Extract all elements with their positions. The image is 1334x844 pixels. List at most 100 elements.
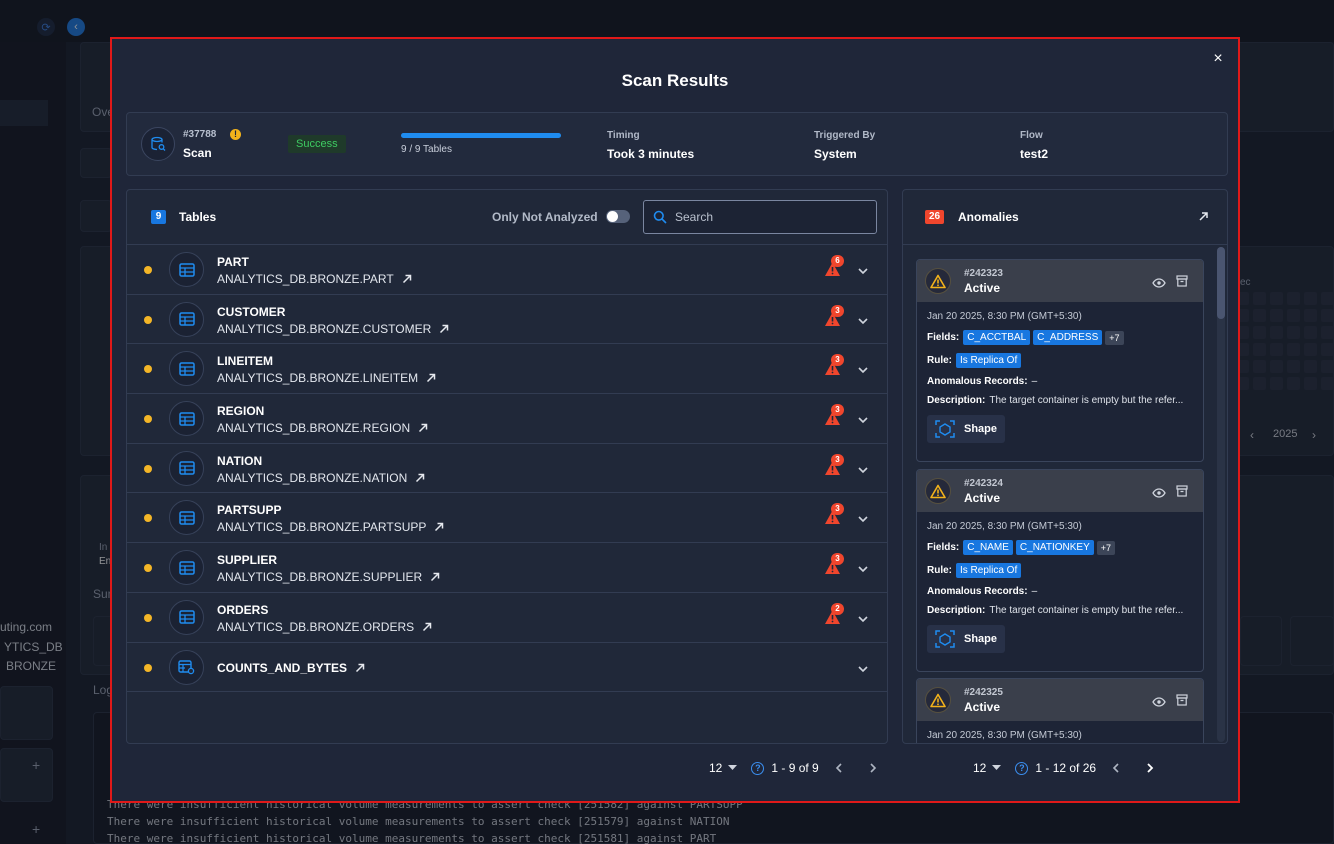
chevron-down-icon[interactable]: [857, 562, 869, 574]
open-external-icon[interactable]: [1198, 211, 1209, 222]
pending-status-dot: [144, 415, 152, 424]
anomaly-card[interactable]: #242325 Active Jan 20 2025, 8:30 PM (GMT+5…: [916, 678, 1204, 743]
archive-icon[interactable]: [1176, 693, 1188, 711]
open-external-icon[interactable]: [418, 422, 428, 436]
chevron-down-icon[interactable]: [857, 314, 869, 326]
anomaly-card[interactable]: #242324 Active Jan 20 2025, 8:30 PM (GMT+5…: [916, 469, 1204, 672]
field-chip[interactable]: C_NATIONKEY: [1015, 540, 1094, 555]
page-size-select[interactable]: 12: [709, 761, 722, 775]
chevron-down-icon[interactable]: [857, 463, 869, 475]
progress-fill: [401, 133, 561, 138]
table-name: SUPPLIER: [217, 553, 278, 568]
table-row[interactable]: SUPPLIER ANALYTICS_DB.BRONZE.SUPPLIER 3: [127, 543, 887, 593]
anomalies-scrollbar[interactable]: [1217, 247, 1225, 742]
anomaly-count-badge: 2: [831, 602, 844, 615]
next-page-icon[interactable]: [867, 762, 879, 774]
chevron-down-icon[interactable]: [857, 512, 869, 524]
table-row[interactable]: REGION ANALYTICS_DB.BRONZE.REGION 3: [127, 394, 887, 444]
anomaly-card-header: #242325 Active: [917, 679, 1203, 721]
chevron-down-icon[interactable]: [857, 662, 869, 674]
previous-page-icon[interactable]: [833, 762, 845, 774]
anomaly-card[interactable]: #242323 Active Jan 20 2025, 8:30 PM (GMT+5…: [916, 259, 1204, 462]
pending-status-dot: [144, 613, 152, 622]
scan-results-modal: Scan Results × #37788 ! Scan Success 9 /…: [110, 37, 1240, 803]
caret-down-icon[interactable]: [728, 765, 738, 771]
field-chip[interactable]: C_ADDRESS: [1033, 330, 1103, 345]
chevron-down-icon[interactable]: [857, 413, 869, 425]
anomaly-count-badge: 3: [831, 404, 844, 417]
table-path-text: ANALYTICS_DB.BRONZE.PARTSUPP: [217, 520, 427, 535]
eye-icon[interactable]: [1152, 275, 1166, 293]
field-chip[interactable]: C_ACCTBAL: [963, 330, 1031, 345]
eye-icon[interactable]: [1152, 485, 1166, 503]
shape-button[interactable]: Shape: [927, 625, 1006, 653]
chevron-down-icon[interactable]: [857, 612, 869, 624]
tables-search[interactable]: [643, 200, 877, 234]
open-external-icon[interactable]: [355, 662, 365, 676]
only-not-analyzed-toggle[interactable]: [606, 210, 630, 223]
anomalies-header: 26 Anomalies: [903, 190, 1227, 245]
flow-value: test2: [1020, 147, 1049, 161]
field-chip[interactable]: C_NAME: [963, 540, 1013, 555]
anomaly-rule: Rule: Is Replica Of: [927, 563, 1193, 578]
eye-icon[interactable]: [1152, 694, 1166, 712]
table-name: PART: [217, 255, 249, 269]
description-text: The target container is empty but the re…: [989, 605, 1184, 616]
archive-icon[interactable]: [1176, 274, 1188, 292]
anomaly-card-header: #242323 Active: [917, 260, 1203, 302]
anomaly-type-label: Shape: [964, 633, 998, 645]
pending-status-dot: [144, 663, 152, 672]
shape-button[interactable]: Shape: [927, 415, 1006, 443]
table-path: ANALYTICS_DB.BRONZE.CUSTOMER: [217, 322, 449, 337]
timing-value: Took 3 minutes: [607, 147, 695, 161]
table-path: ANALYTICS_DB.BRONZE.ORDERS: [217, 620, 432, 635]
tables-list: PART ANALYTICS_DB.BRONZE.PART 6 CUSTOMER ANA…: [127, 245, 887, 693]
table-icon: [169, 500, 204, 536]
anomaly-date: Jan 20 2025, 8:30 PM (GMT+5:30): [927, 730, 1082, 741]
anomaly-date: Jan 20 2025, 8:30 PM (GMT+5:30): [927, 521, 1082, 532]
warning-icon[interactable]: !: [230, 129, 241, 140]
next-page-icon[interactable]: [1144, 762, 1156, 774]
more-fields-chip[interactable]: +7: [1105, 330, 1124, 345]
open-external-icon[interactable]: [439, 323, 449, 337]
open-external-icon[interactable]: [402, 273, 412, 287]
page-size-select[interactable]: 12: [973, 761, 986, 775]
anomaly-count-badge: 3: [831, 354, 844, 367]
table-row[interactable]: PART ANALYTICS_DB.BRONZE.PART 6: [127, 245, 887, 295]
archive-icon[interactable]: [1176, 484, 1188, 502]
table-row[interactable]: LINEITEM ANALYTICS_DB.BRONZE.LINEITEM 3: [127, 344, 887, 395]
previous-page-icon[interactable]: [1110, 762, 1122, 774]
open-external-icon[interactable]: [422, 621, 432, 635]
table-row[interactable]: CUSTOMER ANALYTICS_DB.BRONZE.CUSTOMER 3: [127, 295, 887, 345]
table-row[interactable]: PARTSUPP ANALYTICS_DB.BRONZE.PARTSUPP 3: [127, 493, 887, 544]
table-row[interactable]: ORDERS ANALYTICS_DB.BRONZE.ORDERS 2: [127, 593, 887, 643]
help-icon[interactable]: ?: [1015, 761, 1029, 775]
anomalies-title: Anomalies: [958, 210, 1019, 224]
triggered-by-label: Triggered By: [814, 130, 876, 141]
table-path-text: ANALYTICS_DB.BRONZE.CUSTOMER: [217, 321, 432, 336]
caret-down-icon[interactable]: [992, 765, 1002, 771]
close-icon[interactable]: ×: [1210, 51, 1226, 67]
anomalies-scroll-thumb[interactable]: [1217, 247, 1225, 319]
open-external-icon[interactable]: [430, 571, 440, 585]
search-input[interactable]: [675, 210, 865, 224]
records-value: –: [1031, 586, 1038, 597]
table-row[interactable]: NATION ANALYTICS_DB.BRONZE.NATION 3: [127, 444, 887, 494]
rule-label: Rule:: [927, 565, 952, 576]
anomaly-fields: Fields: C_ACCTBAL C_ADDRESS +7: [927, 330, 1193, 345]
open-external-icon[interactable]: [434, 521, 444, 535]
description-label: Description:: [927, 605, 986, 616]
rule-chip[interactable]: Is Replica Of: [956, 563, 1022, 578]
rule-chip[interactable]: Is Replica Of: [956, 353, 1022, 368]
more-fields-chip[interactable]: +7: [1096, 540, 1116, 555]
help-icon[interactable]: ?: [751, 761, 765, 775]
warning-icon: [925, 268, 951, 294]
anomalous-records: Anomalous Records: –: [927, 586, 1193, 597]
pending-status-dot: [144, 564, 152, 573]
anomaly-description: Description: The target container is empt…: [927, 605, 1193, 616]
chevron-down-icon[interactable]: [857, 264, 869, 276]
open-external-icon[interactable]: [415, 472, 425, 486]
open-external-icon[interactable]: [426, 372, 436, 386]
table-row[interactable]: COUNTS_AND_BYTES: [127, 643, 887, 693]
chevron-down-icon[interactable]: [857, 363, 869, 375]
